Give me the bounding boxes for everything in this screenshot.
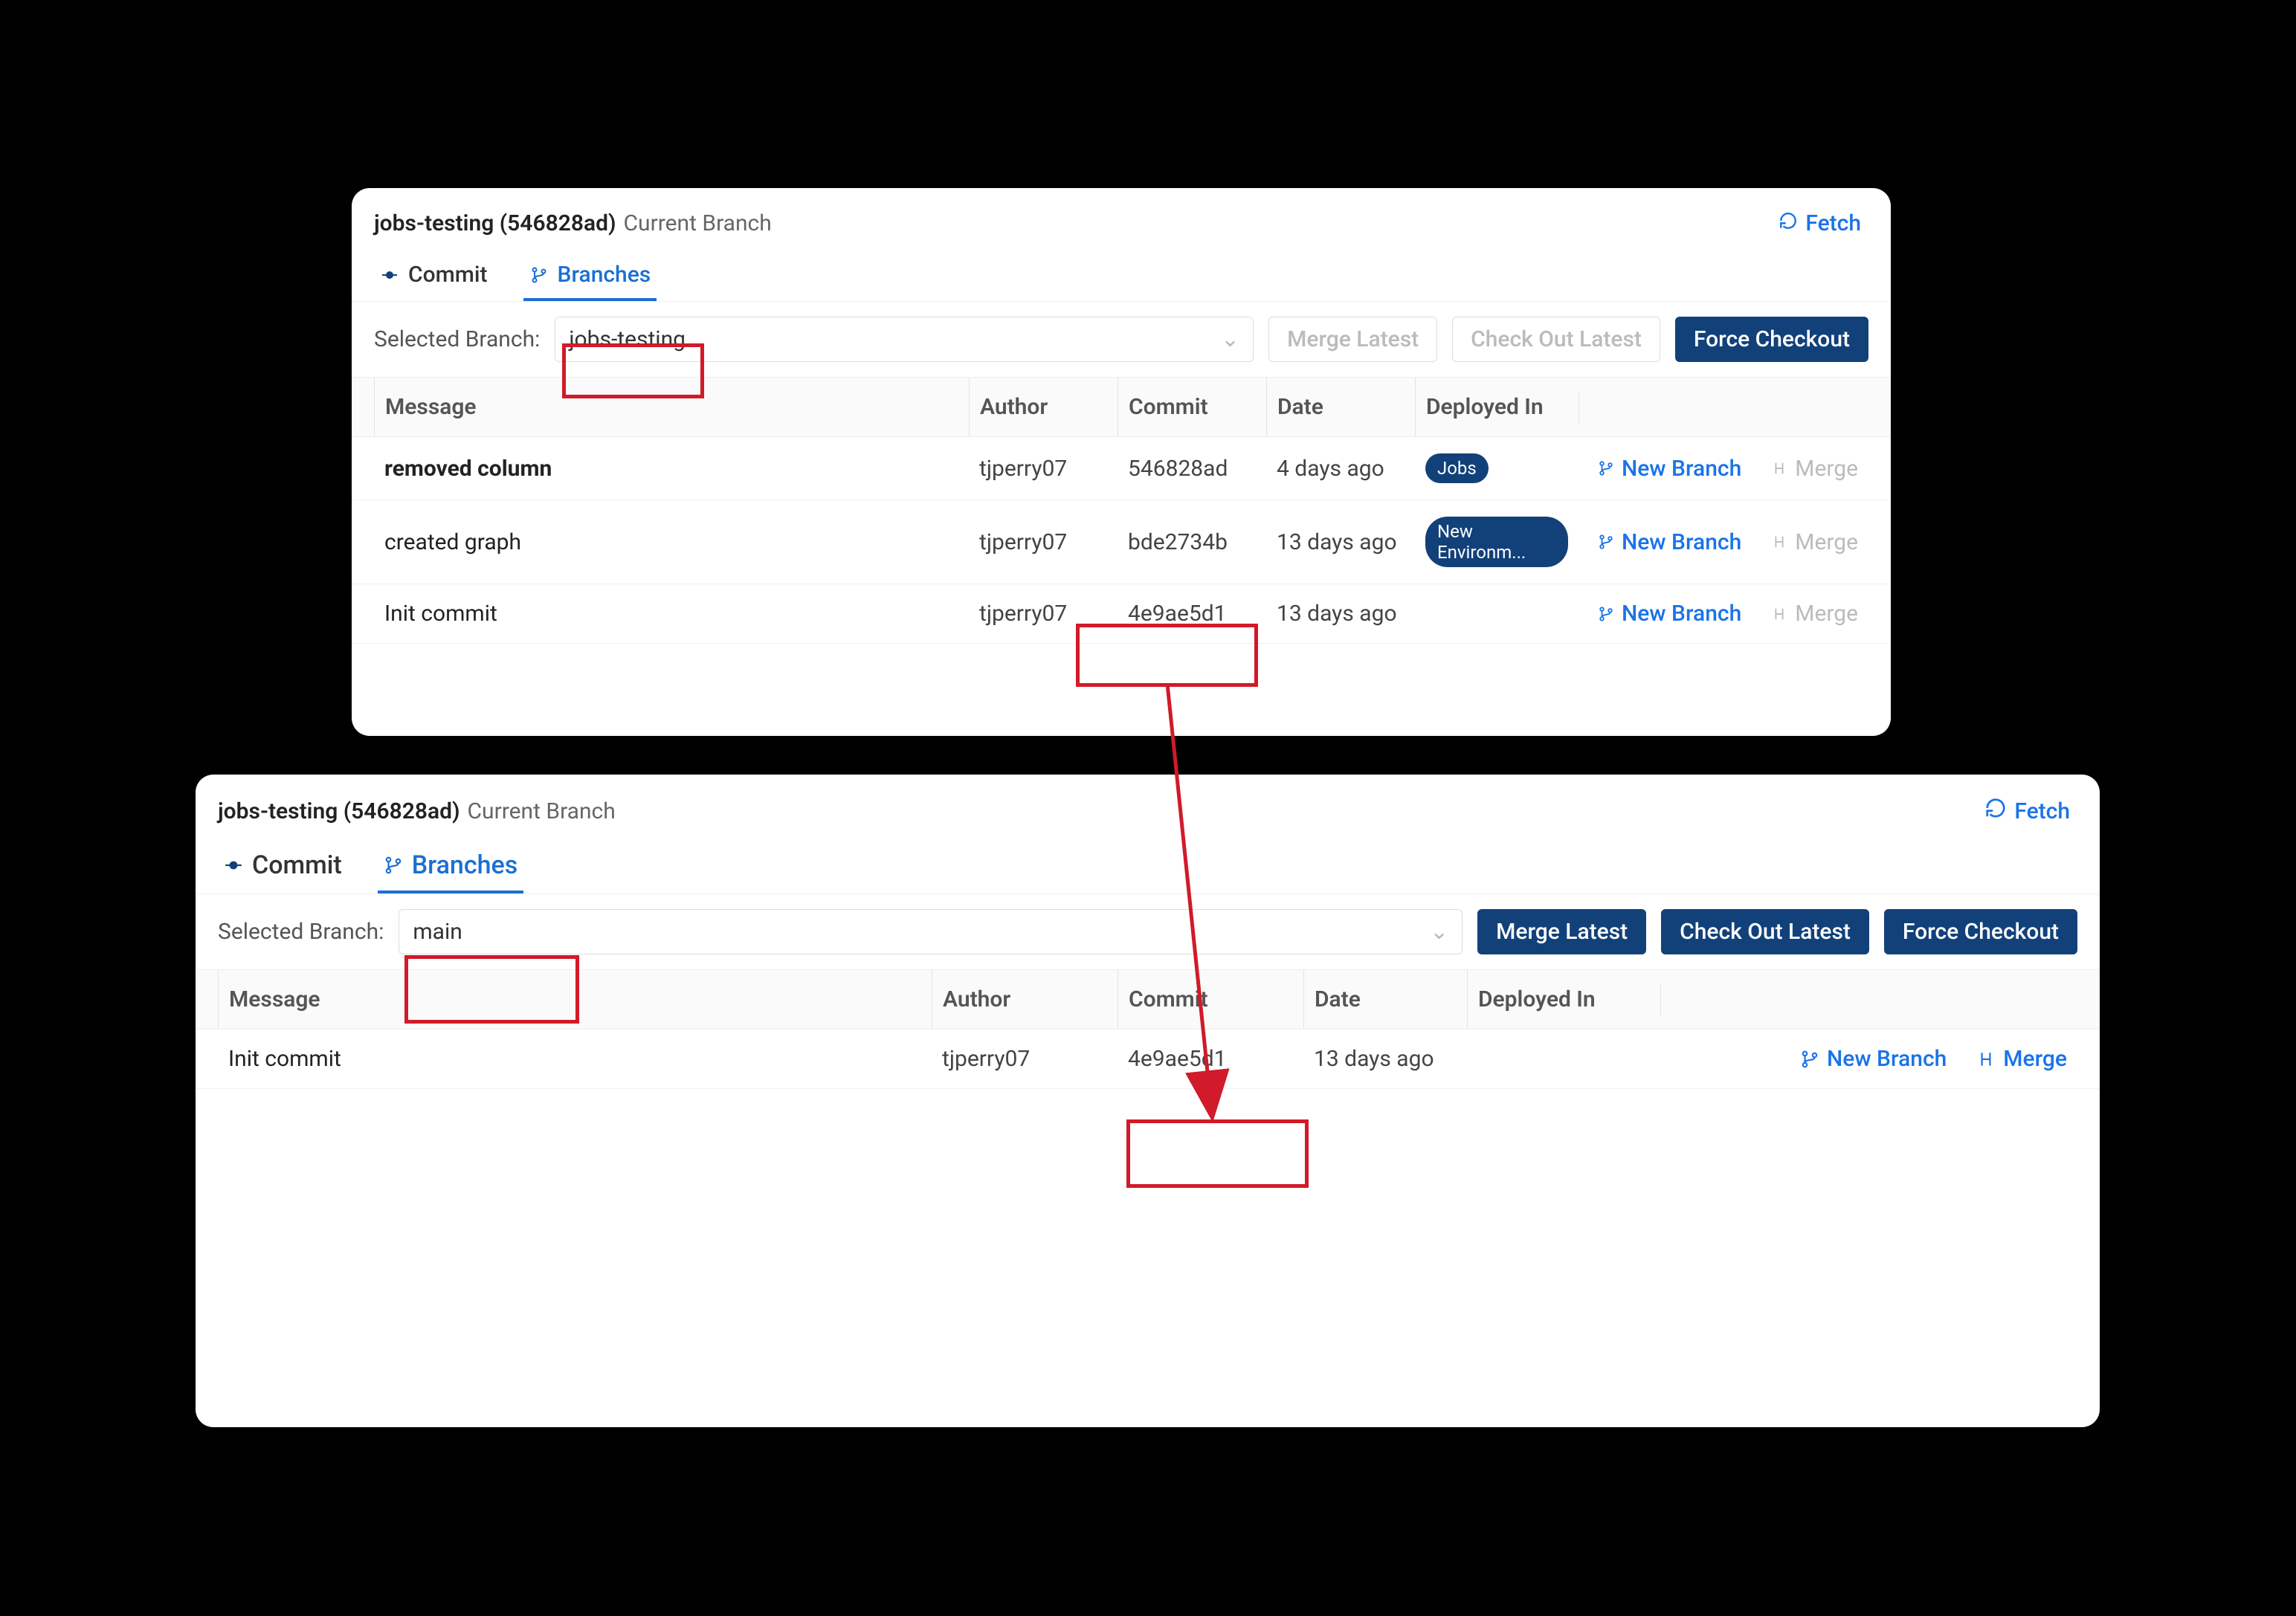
- new-branch-button[interactable]: New Branch: [1598, 529, 1741, 555]
- commit-message: Init commit: [218, 1030, 932, 1088]
- branch-select-row: Selected Branch: jobs-testing ⌄ Merge La…: [352, 302, 1891, 378]
- tab-commit[interactable]: Commit: [218, 840, 348, 893]
- tab-branches-label: Branches: [412, 850, 518, 880]
- fetch-label: Fetch: [1805, 210, 1861, 236]
- fetch-button[interactable]: Fetch: [1779, 210, 1861, 236]
- refresh-icon: [1984, 797, 2007, 825]
- commits-table-header: Message Author Commit Date Deployed In: [196, 970, 2100, 1030]
- branch-subtitle: Current Branch: [468, 798, 616, 824]
- col-author: Author: [932, 970, 1118, 1029]
- col-actions: [1578, 391, 1868, 424]
- deploy-badge: New Environm...: [1425, 517, 1568, 567]
- branch-subtitle: Current Branch: [624, 210, 772, 236]
- row-actions: New Branch Merge: [1660, 1030, 2077, 1088]
- branch-select-row: Selected Branch: main ⌄ Merge Latest Che…: [196, 894, 2100, 970]
- branch-title: jobs-testing (546828ad): [374, 210, 616, 236]
- tabs: Commit Branches: [352, 244, 1891, 302]
- commit-deployed: [1467, 1043, 1660, 1076]
- branch-select[interactable]: main ⌄: [399, 909, 1463, 954]
- col-date: Date: [1303, 970, 1467, 1029]
- commit-hash: bde2734b: [1118, 513, 1266, 572]
- col-deployed: Deployed In: [1415, 378, 1578, 436]
- commits-table-header: Message Author Commit Date Deployed In: [352, 378, 1891, 437]
- table-row: created graph tjperry07 bde2734b 13 days…: [352, 500, 1891, 584]
- selected-branch-label: Selected Branch:: [218, 919, 384, 945]
- merge-button: Merge: [1771, 601, 1858, 627]
- merge-latest-button: Merge Latest: [1268, 317, 1437, 362]
- branches-panel-top: jobs-testing (546828ad) Current Branch F…: [352, 188, 1891, 736]
- tab-commit-label: Commit: [252, 850, 342, 880]
- checkout-latest-button: Check Out Latest: [1452, 317, 1660, 362]
- checkout-latest-button[interactable]: Check Out Latest: [1661, 909, 1869, 954]
- branch-select[interactable]: jobs-testing ⌄: [555, 317, 1254, 362]
- commit-author: tjperry07: [969, 513, 1118, 572]
- force-checkout-button[interactable]: Force Checkout: [1884, 909, 2077, 954]
- col-commit: Commit: [1118, 378, 1266, 436]
- commit-message: created graph: [374, 513, 969, 572]
- branch-icon: [529, 265, 549, 285]
- col-message: Message: [218, 970, 932, 1029]
- commit-hash: 4e9ae5d1: [1118, 1030, 1303, 1088]
- tab-commit[interactable]: Commit: [374, 251, 494, 301]
- force-checkout-button[interactable]: Force Checkout: [1675, 317, 1868, 362]
- row-actions: New Branch Merge: [1578, 584, 1868, 643]
- col-deployed: Deployed In: [1467, 970, 1660, 1029]
- branch-title: jobs-testing (546828ad): [218, 798, 460, 824]
- chevron-down-icon: ⌄: [1430, 919, 1448, 945]
- merge-button[interactable]: Merge: [1976, 1046, 2067, 1072]
- tab-commit-label: Commit: [408, 262, 488, 288]
- table-row: Init commit tjperry07 4e9ae5d1 13 days a…: [196, 1030, 2100, 1089]
- col-message: Message: [374, 378, 969, 436]
- merge-latest-button[interactable]: Merge Latest: [1477, 909, 1646, 954]
- panel-header: jobs-testing (546828ad) Current Branch F…: [352, 188, 1891, 244]
- col-actions: [1660, 983, 2077, 1016]
- row-actions: New Branch Merge: [1578, 513, 1868, 572]
- merge-button: Merge: [1771, 529, 1858, 555]
- branches-panel-bottom: jobs-testing (546828ad) Current Branch F…: [196, 775, 2100, 1427]
- selected-branch-label: Selected Branch:: [374, 326, 540, 352]
- commit-deployed: Jobs: [1415, 437, 1578, 500]
- commit-author: tjperry07: [969, 584, 1118, 643]
- commit-date: 13 days ago: [1266, 513, 1415, 572]
- tab-branches-label: Branches: [558, 262, 651, 288]
- table-row: Init commit tjperry07 4e9ae5d1 13 days a…: [352, 584, 1891, 644]
- commit-date: 13 days ago: [1303, 1030, 1467, 1088]
- commit-hash: 546828ad: [1118, 439, 1266, 498]
- page-title: jobs-testing (546828ad) Current Branch: [374, 210, 772, 236]
- new-branch-button[interactable]: New Branch: [1800, 1046, 1947, 1072]
- commit-deployed: New Environm...: [1415, 500, 1578, 584]
- panel-header: jobs-testing (546828ad) Current Branch F…: [196, 775, 2100, 833]
- commit-author: tjperry07: [932, 1030, 1118, 1088]
- commit-icon: [380, 265, 399, 285]
- commit-deployed: [1415, 598, 1578, 630]
- col-commit: Commit: [1118, 970, 1303, 1029]
- new-branch-button[interactable]: New Branch: [1598, 601, 1741, 627]
- chevron-down-icon: ⌄: [1221, 326, 1239, 352]
- commit-message: removed column: [374, 439, 969, 498]
- row-actions: New Branch Merge: [1578, 439, 1868, 498]
- branch-select-value: main: [413, 919, 462, 945]
- new-branch-button[interactable]: New Branch: [1598, 456, 1741, 482]
- tab-branches[interactable]: Branches: [378, 840, 524, 893]
- commit-hash: 4e9ae5d1: [1118, 584, 1266, 643]
- commit-date: 4 days ago: [1266, 439, 1415, 498]
- fetch-button[interactable]: Fetch: [1984, 797, 2070, 825]
- tab-branches[interactable]: Branches: [523, 251, 657, 301]
- commit-message: Init commit: [374, 584, 969, 643]
- refresh-icon: [1779, 210, 1798, 236]
- deploy-badge: Jobs: [1425, 453, 1489, 483]
- page-title: jobs-testing (546828ad) Current Branch: [218, 798, 616, 824]
- tabs: Commit Branches: [196, 833, 2100, 894]
- table-row: removed column tjperry07 546828ad 4 days…: [352, 437, 1891, 500]
- commit-icon: [224, 856, 243, 875]
- commit-date: 13 days ago: [1266, 584, 1415, 643]
- merge-button: Merge: [1771, 456, 1858, 482]
- col-author: Author: [969, 378, 1118, 436]
- branch-icon: [384, 856, 403, 875]
- fetch-label: Fetch: [2014, 798, 2070, 824]
- commit-author: tjperry07: [969, 439, 1118, 498]
- branch-select-value: jobs-testing: [569, 326, 686, 352]
- col-date: Date: [1266, 378, 1415, 436]
